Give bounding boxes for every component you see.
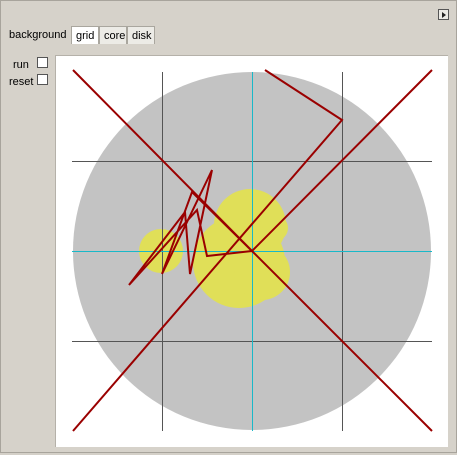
plot-svg	[72, 69, 433, 432]
drawing-canvas[interactable]	[55, 55, 448, 447]
app-window: background grid core disk run reset	[0, 0, 457, 453]
